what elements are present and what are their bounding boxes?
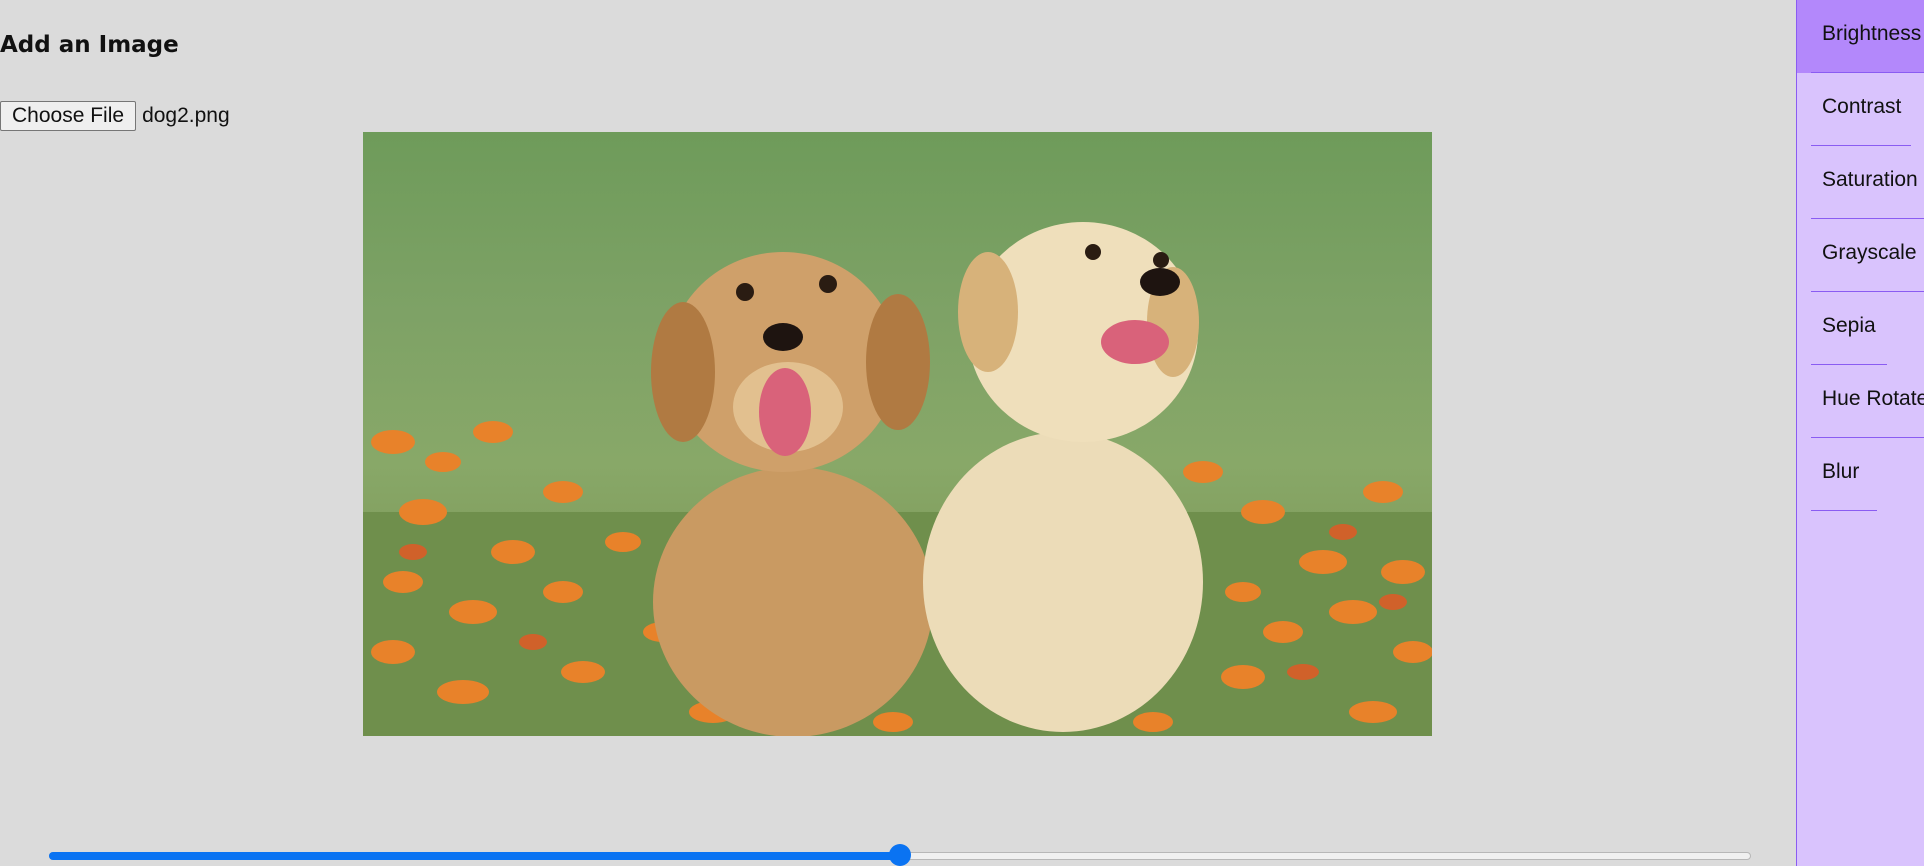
sidebar-item-label: Brightness bbox=[1822, 22, 1922, 45]
sidebar-item-brightness[interactable]: Brightness bbox=[1797, 0, 1924, 73]
slider-thumb[interactable] bbox=[889, 844, 911, 866]
sidebar-item-hue-rotate[interactable]: Hue Rotate bbox=[1797, 365, 1924, 438]
editor-main: Add an Image Choose File dog2.png bbox=[0, 0, 1796, 866]
sidebar-item-label: Sepia bbox=[1822, 314, 1876, 337]
puppies-photo bbox=[363, 222, 1432, 736]
preview-image bbox=[363, 132, 1432, 736]
sidebar-item-label: Hue Rotate bbox=[1822, 387, 1924, 410]
filter-sidebar: Brightness Contrast Saturation Grayscale… bbox=[1796, 0, 1924, 866]
separator bbox=[1811, 510, 1877, 511]
file-input[interactable]: Choose File dog2.png bbox=[0, 101, 230, 131]
sidebar-item-sepia[interactable]: Sepia bbox=[1797, 292, 1924, 365]
sidebar-item-label: Saturation bbox=[1822, 168, 1918, 191]
sidebar-item-label: Contrast bbox=[1822, 95, 1902, 118]
sidebar-item-contrast[interactable]: Contrast bbox=[1797, 73, 1924, 146]
sidebar-item-grayscale[interactable]: Grayscale bbox=[1797, 219, 1924, 292]
selected-file-name: dog2.png bbox=[142, 104, 230, 127]
sidebar-item-saturation[interactable]: Saturation bbox=[1797, 146, 1924, 219]
sidebar-item-label: Blur bbox=[1822, 460, 1860, 483]
sidebar-item-blur[interactable]: Blur bbox=[1797, 438, 1924, 511]
slider-fill bbox=[49, 852, 900, 860]
filter-slider[interactable] bbox=[49, 844, 1751, 866]
page-title: Add an Image bbox=[0, 32, 179, 58]
choose-file-button[interactable]: Choose File bbox=[0, 101, 137, 131]
sidebar-item-label: Grayscale bbox=[1822, 241, 1917, 264]
